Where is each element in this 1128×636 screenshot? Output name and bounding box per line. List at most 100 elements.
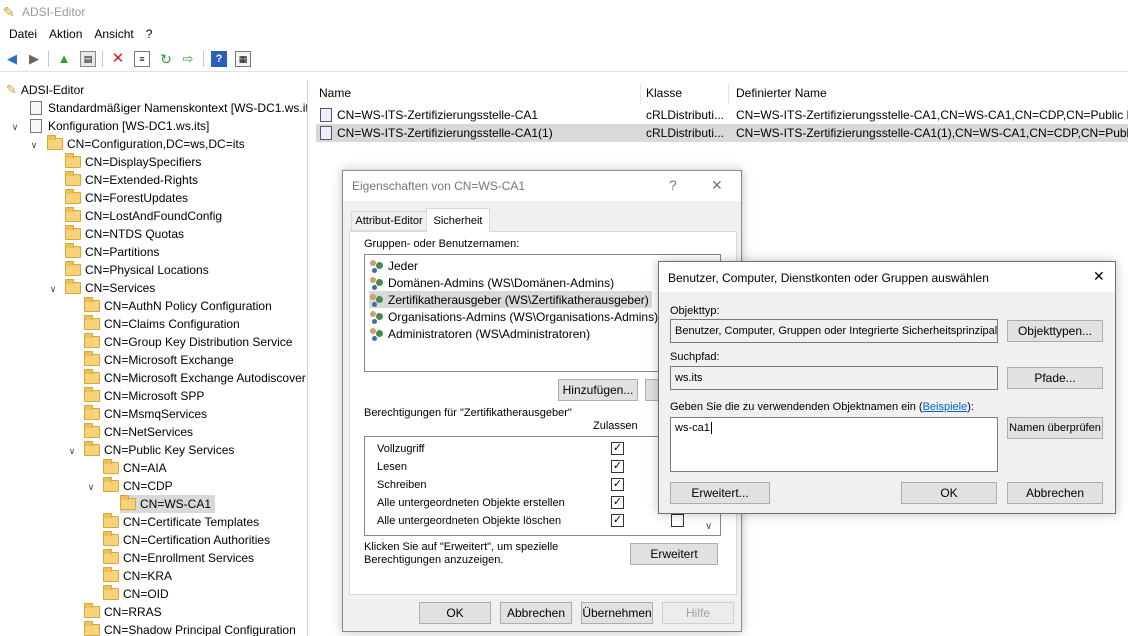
names-label: Geben Sie die zu verwendenden Objektname… xyxy=(670,401,974,413)
folder-icon xyxy=(65,171,81,186)
tab-attribut-editor[interactable]: Attribut-Editor xyxy=(351,211,427,231)
tree-item[interactable]: CN=NetServices xyxy=(84,423,193,441)
tree-item[interactable]: CN=Microsoft Exchange Autodiscover xyxy=(84,369,306,387)
list-item[interactable]: Organisations-Admins (WS\Organisations-A… xyxy=(369,308,658,325)
tree-item[interactable]: CN=RRAS xyxy=(84,603,162,621)
tree-item[interactable]: CN=MsmqServices xyxy=(84,405,207,423)
window-title: ADSI-Editor xyxy=(22,5,86,19)
list-item[interactable]: Domänen-Admins (WS\Domänen-Admins) xyxy=(369,274,614,291)
table-row-selected[interactable]: CN=WS-ITS-Zertifizierungsstelle-CA1(1) c… xyxy=(316,124,1128,142)
tree-item-configuration[interactable]: Konfiguration [WS-DC1.ws.its] xyxy=(30,117,209,135)
tree-item[interactable]: CN=NTDS Quotas xyxy=(65,225,184,243)
folder-icon xyxy=(65,243,81,258)
tree-item[interactable]: CN=Partitions xyxy=(65,243,159,261)
allow-checkbox[interactable]: ✓ xyxy=(611,514,624,527)
tree-item-public-key-services[interactable]: CN=Public Key Services xyxy=(84,441,234,459)
table-row[interactable]: CN=WS-ITS-Zertifizierungsstelle-CA1 cRLD… xyxy=(316,106,1128,124)
properties-icon[interactable]: ≡ xyxy=(134,51,150,67)
close-icon[interactable]: ✕ xyxy=(711,177,723,194)
delete-icon[interactable]: ✕ xyxy=(110,51,126,67)
tree-item[interactable]: CN=Microsoft Exchange xyxy=(84,351,234,369)
tree-item[interactable]: CN=OID xyxy=(103,585,169,603)
tree-item[interactable]: CN=Certificate Templates xyxy=(103,513,259,531)
scroll-down-icon[interactable]: ∨ xyxy=(705,521,712,532)
collapse-icon[interactable]: ∨ xyxy=(48,284,58,294)
back-arrow-icon[interactable]: ◀ xyxy=(4,51,20,67)
allow-checkbox[interactable]: ✓ xyxy=(611,460,624,473)
paths-button[interactable]: Pfade... xyxy=(1007,367,1103,389)
tree-item[interactable]: CN=Shadow Principal Configuration xyxy=(84,621,296,636)
help-button[interactable]: Hilfe xyxy=(662,602,734,624)
collapse-icon[interactable]: ∨ xyxy=(86,482,96,492)
menu-datei[interactable]: Datei xyxy=(3,24,43,44)
help-icon[interactable]: ? xyxy=(669,177,677,193)
group-icon xyxy=(369,259,385,273)
tree-item[interactable]: CN=Physical Locations xyxy=(65,261,209,279)
view-icon[interactable]: ▦ xyxy=(235,51,251,67)
allow-checkbox[interactable]: ✓ xyxy=(611,478,624,491)
tree-item[interactable]: CN=LostAndFoundConfig xyxy=(65,207,222,225)
collapse-icon[interactable]: ∨ xyxy=(67,446,77,456)
toolbar-separator xyxy=(102,51,103,67)
container-icon xyxy=(30,119,42,133)
container-icon xyxy=(30,101,42,115)
list-item[interactable]: Jeder xyxy=(369,257,418,274)
column-header-name[interactable]: Name xyxy=(319,86,351,100)
tree-item-cdp[interactable]: CN=CDP xyxy=(103,477,173,495)
allow-checkbox[interactable]: ✓ xyxy=(611,496,624,509)
text-cursor xyxy=(710,422,712,434)
object-types-button[interactable]: Objekttypen... xyxy=(1007,320,1103,342)
cancel-button[interactable]: Abbrechen xyxy=(500,602,572,624)
refresh-icon[interactable]: ↻ xyxy=(158,51,174,67)
tree-item[interactable]: CN=KRA xyxy=(103,567,172,585)
collapse-icon[interactable]: ∨ xyxy=(29,140,39,150)
tree-item[interactable]: CN=AuthN Policy Configuration xyxy=(84,297,272,315)
check-names-button[interactable]: Namen überprüfen xyxy=(1007,417,1103,439)
column-header-dn[interactable]: Definierter Name xyxy=(736,86,827,100)
ok-button[interactable]: OK xyxy=(419,602,491,624)
folder-icon xyxy=(84,441,100,456)
help-icon[interactable]: ? xyxy=(211,51,227,67)
tree-item[interactable]: CN=Claims Configuration xyxy=(84,315,240,333)
tree-item-services[interactable]: CN=Services xyxy=(65,279,155,297)
tree-item[interactable]: CN=DisplaySpecifiers xyxy=(65,153,201,171)
examples-link[interactable]: Beispiele xyxy=(923,401,968,413)
menu-aktion[interactable]: Aktion xyxy=(43,24,88,44)
add-button[interactable]: Hinzufügen... xyxy=(558,379,638,401)
menu-ansicht[interactable]: Ansicht xyxy=(88,24,139,44)
show-hide-tree-icon[interactable]: ▤ xyxy=(80,51,96,67)
deny-checkbox[interactable] xyxy=(671,514,684,527)
up-folder-icon[interactable]: ▲ xyxy=(56,51,72,67)
tree-item[interactable]: CN=Certification Authorities xyxy=(103,531,270,549)
tree-item[interactable]: CN=ForestUpdates xyxy=(65,189,188,207)
tree-root[interactable]: ✎ ADSI-Editor xyxy=(6,81,84,99)
tree-item-default-naming-context[interactable]: Standardmäßiger Namenskontext [WS-DC1.ws… xyxy=(30,99,307,117)
list-item[interactable]: Administratoren (WS\Administratoren) xyxy=(369,325,590,342)
tree-item-ws-ca1-selected[interactable]: CN=WS-CA1 xyxy=(120,495,216,513)
apply-button[interactable]: Übernehmen xyxy=(581,602,653,624)
allow-checkbox[interactable]: ✓ xyxy=(611,442,624,455)
column-header-klasse[interactable]: Klasse xyxy=(646,86,682,100)
menu-help[interactable]: ? xyxy=(140,24,159,44)
tree-item[interactable]: CN=Enrollment Services xyxy=(103,549,254,567)
close-icon[interactable]: ✕ xyxy=(1093,268,1105,285)
names-input[interactable]: ws-ca1 xyxy=(670,417,998,472)
tree-item[interactable]: CN=Microsoft SPP xyxy=(84,387,204,405)
select-title: Benutzer, Computer, Dienstkonten oder Gr… xyxy=(668,271,989,285)
tree-item[interactable]: CN=AIA xyxy=(103,459,167,477)
advanced-button[interactable]: Erweitert xyxy=(630,543,718,565)
tree-item[interactable]: CN=Extended-Rights xyxy=(65,171,198,189)
collapse-icon[interactable]: ∨ xyxy=(10,122,20,132)
folder-icon xyxy=(84,369,100,384)
cancel-button[interactable]: Abbrechen xyxy=(1007,482,1103,504)
export-icon[interactable]: ⇨ xyxy=(180,51,196,67)
list-item-selected[interactable]: Zertifikatherausgeber (WS\Zertifikathera… xyxy=(369,291,652,308)
tree-item[interactable]: CN=Group Key Distribution Service xyxy=(84,333,292,351)
column-separator[interactable] xyxy=(640,84,641,104)
advanced-button[interactable]: Erweitert... xyxy=(670,482,770,504)
column-separator[interactable] xyxy=(728,84,729,104)
forward-arrow-icon[interactable]: ▶ xyxy=(26,51,42,67)
ok-button[interactable]: OK xyxy=(901,482,997,504)
tree-item-cn-configuration[interactable]: CN=Configuration,DC=ws,DC=its xyxy=(47,135,245,153)
tab-sicherheit[interactable]: Sicherheit xyxy=(426,208,490,232)
